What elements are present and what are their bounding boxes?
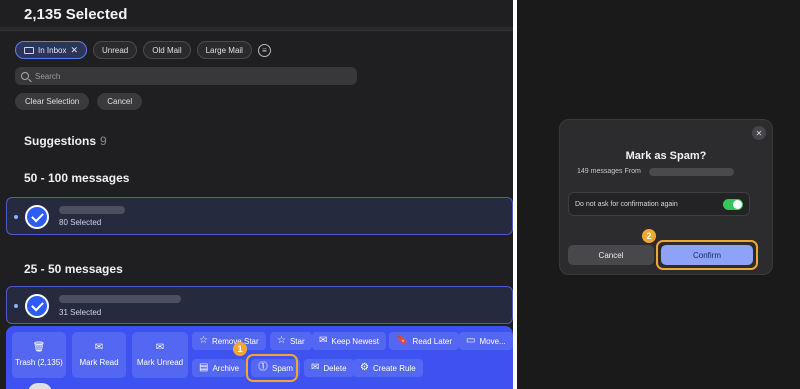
- cancel-button[interactable]: Cancel: [97, 93, 143, 110]
- spam-confirm-dialog: ✕ Mark as Spam? 149 messages From Do not…: [559, 119, 773, 275]
- group-heading: 25 - 50 messages: [24, 262, 123, 276]
- selection-controls: Clear Selection Cancel: [15, 93, 143, 110]
- archive-button[interactable]: ▤ Archive: [192, 359, 247, 377]
- group-heading: 50 - 100 messages: [24, 171, 130, 185]
- move-button[interactable]: ▭ Move...: [459, 332, 513, 350]
- read-later-button[interactable]: 🔖 Read Later: [389, 332, 460, 350]
- archive-label: Archive: [212, 363, 240, 373]
- confirm-dialog-panel: ✕ Mark as Spam? 149 messages From Do not…: [517, 0, 800, 389]
- chip-label: Unread: [102, 45, 129, 55]
- archive-icon: ▤: [199, 362, 209, 373]
- checkmark-icon[interactable]: [25, 205, 49, 229]
- envelope-open-icon: ✉: [94, 342, 104, 353]
- page-title: 2,135 Selected: [24, 6, 128, 23]
- delete-label: Delete: [323, 363, 347, 373]
- trash-button[interactable]: 🗑 Trash (2,135): [12, 332, 66, 378]
- chip-unread[interactable]: Unread: [93, 41, 138, 59]
- filter-icon[interactable]: ≡: [257, 43, 271, 57]
- delete-icon: ✉: [311, 362, 320, 373]
- chip-old-mail[interactable]: Old Mail: [143, 41, 191, 59]
- keep-icon: ✉: [319, 335, 328, 346]
- chip-label: Large Mail: [205, 45, 243, 55]
- mark-read-button[interactable]: ✉ Mark Read: [72, 332, 126, 378]
- create-rule-label: Create Rule: [372, 363, 416, 373]
- redacted-sender: [59, 206, 125, 214]
- unread-dot: [14, 304, 18, 308]
- move-label: Move...: [479, 336, 506, 346]
- selected-count: 80 Selected: [59, 218, 102, 227]
- app-root: 2,135 Selected In Inbox ✕ Unread Old Mai…: [0, 0, 800, 389]
- trash-icon: 🗑: [32, 342, 46, 353]
- envelope-icon: ✉: [155, 342, 165, 353]
- folder-icon: [24, 46, 34, 54]
- chip-large-mail[interactable]: Large Mail: [196, 41, 252, 59]
- search-icon: [21, 72, 29, 80]
- search-input[interactable]: Search: [15, 67, 357, 85]
- delete-button[interactable]: ✉ Delete: [304, 359, 354, 377]
- star-off-icon: ☆: [199, 335, 208, 346]
- chip-in-inbox[interactable]: In Inbox ✕: [15, 41, 88, 59]
- redacted-sender: [649, 168, 734, 176]
- bookmark-icon: 🔖: [396, 335, 409, 346]
- step-badge-1: 1: [233, 342, 247, 356]
- group-row-50-100[interactable]: 80 Selected: [6, 197, 513, 235]
- mark-unread-button[interactable]: ✉ Mark Unread: [132, 332, 188, 378]
- dialog-cancel-button[interactable]: Cancel: [568, 245, 654, 265]
- mark-unread-label: Mark Unread: [136, 358, 184, 367]
- chip-label: In Inbox: [38, 45, 67, 55]
- star-label: Star: [289, 336, 305, 346]
- mail-selection-panel: 2,135 Selected In Inbox ✕ Unread Old Mai…: [0, 0, 513, 389]
- remove-star-button[interactable]: ☆ Remove Star: [192, 332, 266, 350]
- bulk-action-bar: 🗑 Trash (2,135) ✉ Mark Read ✉ Mark Unrea…: [6, 326, 513, 389]
- header-divider: [0, 27, 513, 31]
- dialog-subtitle: 149 messages From: [577, 168, 641, 175]
- suggestions-heading: Suggestions 9: [24, 134, 107, 148]
- chip-label: Old Mail: [152, 45, 182, 55]
- dialog-title: Mark as Spam?: [625, 150, 707, 162]
- unread-dot: [14, 215, 18, 219]
- confirm-highlight: [656, 240, 758, 270]
- keep-newest-button[interactable]: ✉ Keep Newest: [312, 332, 386, 350]
- close-icon[interactable]: ✕: [752, 126, 766, 140]
- option-label: Do not ask for confirmation again: [575, 200, 678, 208]
- redacted-sender: [59, 295, 181, 303]
- step-badge-2: 2: [642, 229, 656, 243]
- mark-read-label: Mark Read: [79, 358, 119, 367]
- selected-count: 31 Selected: [59, 308, 102, 317]
- confirmation-toggle[interactable]: [723, 199, 743, 210]
- checkmark-icon[interactable]: [25, 294, 49, 318]
- clear-selection-button[interactable]: Clear Selection: [15, 93, 90, 110]
- suggestions-count: 9: [100, 134, 107, 148]
- filter-chips: In Inbox ✕ Unread Old Mail Large Mail ≡: [15, 41, 271, 59]
- create-rule-button[interactable]: ⚙ Create Rule: [353, 359, 423, 377]
- confirmation-option: Do not ask for confirmation again: [568, 192, 750, 216]
- read-later-label: Read Later: [412, 336, 453, 346]
- keep-newest-label: Keep Newest: [331, 336, 379, 346]
- search-placeholder: Search: [35, 71, 61, 81]
- spam-highlight: [246, 354, 298, 382]
- suggestions-label: Suggestions: [24, 134, 97, 148]
- star-button[interactable]: ☆ Star: [270, 332, 312, 350]
- rule-icon: ⚙: [360, 362, 369, 373]
- trash-label: Trash (2,135): [15, 358, 63, 367]
- star-icon: ☆: [277, 335, 286, 346]
- close-icon[interactable]: ✕: [70, 45, 78, 56]
- group-row-25-50[interactable]: 31 Selected: [6, 286, 513, 324]
- folder-icon: ▭: [466, 335, 476, 346]
